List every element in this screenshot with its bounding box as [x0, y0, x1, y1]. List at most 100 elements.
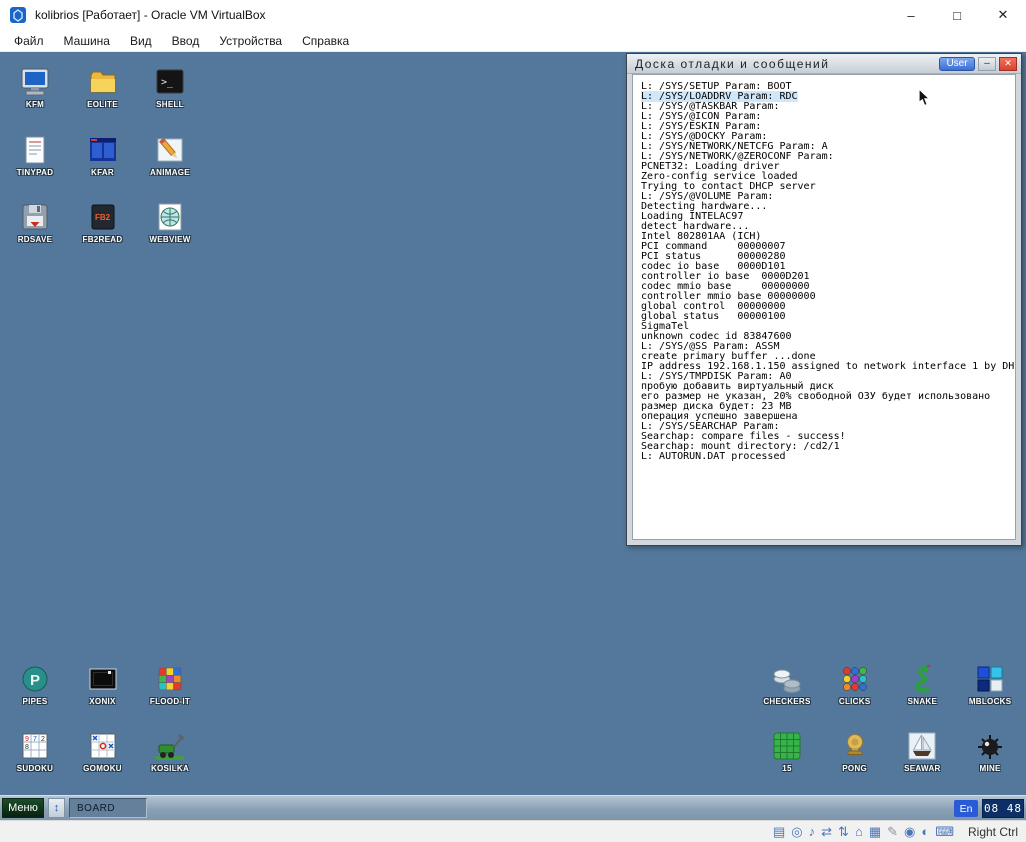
menubar-item-1[interactable]: Машина [54, 30, 120, 52]
close-icon[interactable]: ✕ [980, 0, 1026, 30]
desktop-icon-webview[interactable]: WEBVIEW [138, 201, 202, 244]
mouse-cursor-icon [918, 88, 931, 107]
desktop-icon-pipes[interactable]: PPIPES [3, 663, 67, 706]
taskbar-task-board[interactable]: BOARD [69, 798, 147, 818]
vm-screen[interactable]: Доска отладки и сообщений User – ✕ L: /S… [0, 52, 1026, 820]
debug-board-title: Доска отладки и сообщений [635, 57, 829, 71]
taskbar-clock[interactable]: 08 48 [982, 799, 1024, 818]
taskbar-updown-icon[interactable]: ↕ [48, 798, 65, 818]
debug-board-client: L: /SYS/SETUP Param: BOOTL: /SYS/LOADDRV… [632, 74, 1016, 540]
window-title: kolibrios [Работает] - Oracle VM Virtual… [35, 8, 266, 22]
display-icon[interactable]: ▦ [869, 825, 881, 838]
desktop-icon-mine[interactable]: MINE [958, 730, 1022, 773]
mine-icon [974, 730, 1006, 762]
debug-board-titlebar[interactable]: Доска отладки и сообщений User – ✕ [627, 54, 1021, 74]
desktop-icon-eolite[interactable]: EOLITE [71, 66, 135, 109]
usb-icon[interactable]: ⇅ [838, 825, 849, 838]
user-button[interactable]: User [939, 57, 975, 71]
svg-text:2: 2 [41, 736, 45, 743]
desktop-icon-kfar[interactable]: KFAR [71, 134, 135, 177]
desktop-icon-label: EOLITE [71, 100, 135, 109]
desktop-icon-label: ANIMAGE [138, 168, 202, 177]
desktop-icon-label: RDSAVE [3, 235, 67, 244]
menubar-item-3[interactable]: Ввод [162, 30, 210, 52]
desktop-icon-mblocks[interactable]: MBLOCKS [958, 663, 1022, 706]
desktop-icon-label: 15 [755, 764, 819, 773]
svg-text:7: 7 [33, 736, 37, 743]
audio-icon[interactable]: ♪ [809, 825, 816, 838]
menubar: ФайлМашинаВидВводУстройстваСправка [0, 30, 1026, 52]
desktop-icon-label: KFM [3, 100, 67, 109]
maximize-icon[interactable]: □ [934, 0, 980, 30]
desktop-icon-label: TINYPAD [3, 168, 67, 177]
desktop-icon-gomoku[interactable]: GOMOKU [71, 730, 135, 773]
mouse-icon[interactable]: ◐ [921, 825, 929, 838]
svg-text:P: P [30, 672, 40, 689]
board-line: global status 00000100 [641, 312, 1015, 322]
hdd-icon[interactable]: ▤ [773, 825, 785, 838]
desktop-icon-kfm[interactable]: KFM [3, 66, 67, 109]
start-menu-button[interactable]: Меню [2, 798, 44, 818]
features-icon[interactable]: ◉ [904, 825, 915, 838]
desktop-icon-fb2read[interactable]: FB2FB2READ [71, 201, 135, 244]
desktop-icon-label: MINE [958, 764, 1022, 773]
webview-icon [154, 201, 186, 233]
board-line-text: L: AUTORUN.DAT processed [641, 451, 786, 462]
desktop-icon-seawar[interactable]: SEAWAR [890, 730, 954, 773]
menubar-item-0[interactable]: Файл [4, 30, 54, 52]
xonix-icon [87, 663, 119, 695]
minimize-icon[interactable]: – [888, 0, 934, 30]
menubar-item-2[interactable]: Вид [120, 30, 162, 52]
desktop-icon-animage[interactable]: ANIMAGE [138, 134, 202, 177]
host-key-label: Right Ctrl [968, 825, 1018, 839]
keyboard-icon[interactable]: ⌨ [935, 825, 954, 838]
kfm-icon [19, 66, 51, 98]
desktop-icon-label: WEBVIEW [138, 235, 202, 244]
desktop-icon-label: KOSILKA [138, 764, 202, 773]
desktop-icon-sudoku[interactable]: 9728SUDOKU [3, 730, 67, 773]
board-close-icon[interactable]: ✕ [999, 57, 1017, 71]
shared-folders-icon[interactable]: ⌂ [855, 825, 863, 838]
svg-text:8: 8 [25, 744, 29, 751]
board-minimize-icon[interactable]: – [978, 57, 996, 71]
window-titlebar: kolibrios [Работает] - Oracle VM Virtual… [0, 0, 1026, 30]
network-icon[interactable]: ⇄ [821, 825, 832, 838]
desktop-icon-xonix[interactable]: XONIX [71, 663, 135, 706]
desktop-icon-tinypad[interactable]: TINYPAD [3, 134, 67, 177]
desktop-icon-label: FLOOD-IT [138, 697, 202, 706]
snake-icon [906, 663, 938, 695]
desktop-icon-label: SEAWAR [890, 764, 954, 773]
shell-icon: >_ [154, 66, 186, 98]
checkers-icon [771, 663, 803, 695]
language-indicator[interactable]: En [954, 800, 978, 817]
mblocks-icon [974, 663, 1006, 695]
recording-icon[interactable]: ✎ [887, 825, 898, 838]
virtualbox-app-icon [9, 6, 27, 24]
debug-board-window: Доска отладки и сообщений User – ✕ L: /S… [626, 53, 1022, 546]
desktop-icon-p15[interactable]: 15 [755, 730, 819, 773]
svg-text:>_: >_ [161, 77, 174, 88]
pong-icon [839, 730, 871, 762]
clicks-icon [839, 663, 871, 695]
taskbar: Меню ↕ BOARD En 08 48 [0, 795, 1026, 820]
vbox-statusbar: ▤ ◎ ♪ ⇄ ⇅ ⌂ ▦ ✎ ◉ ◐ ⌨ Right Ctrl [0, 820, 1026, 842]
window-controls: – □ ✕ [888, 0, 1026, 30]
menubar-item-5[interactable]: Справка [292, 30, 359, 52]
desktop-icon-shell[interactable]: >_SHELL [138, 66, 202, 109]
desktop-icon-rdsave[interactable]: RDSAVE [3, 201, 67, 244]
desktop-icon-floodit[interactable]: FLOOD-IT [138, 663, 202, 706]
desktop-icon-label: GOMOKU [71, 764, 135, 773]
cd-icon[interactable]: ◎ [791, 825, 802, 838]
desktop-icon-clicks[interactable]: CLICKS [823, 663, 887, 706]
vbox-status-icons: ▤ ◎ ♪ ⇄ ⇅ ⌂ ▦ ✎ ◉ ◐ ⌨ [773, 825, 954, 838]
seawar-icon [906, 730, 938, 762]
desktop-icon-label: FB2READ [71, 235, 135, 244]
desktop-icon-checkers[interactable]: CHECKERS [755, 663, 819, 706]
desktop-icon-pong[interactable]: PONG [823, 730, 887, 773]
menubar-item-4[interactable]: Устройства [209, 30, 292, 52]
desktop-icon-snake[interactable]: SNAKE [890, 663, 954, 706]
desktop-icon-label: SNAKE [890, 697, 954, 706]
animage-icon [154, 134, 186, 166]
desktop-icon-label: MBLOCKS [958, 697, 1022, 706]
desktop-icon-kosilka[interactable]: KOSILKA [138, 730, 202, 773]
